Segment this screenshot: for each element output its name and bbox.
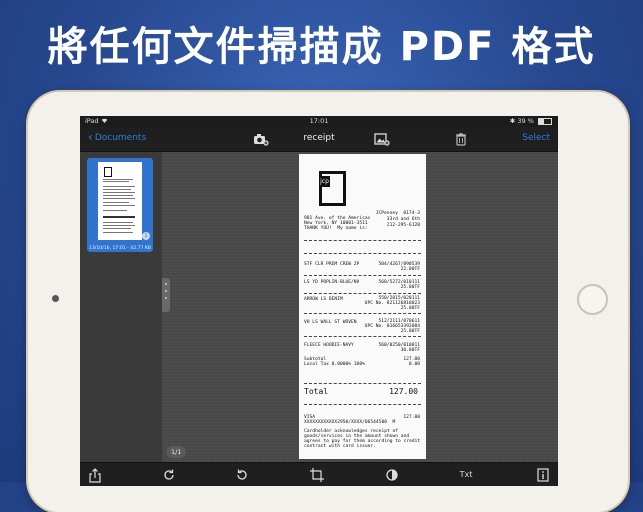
receipt-card-number: XXXXXXXXXXXX2950/XXXX/06544500 M xyxy=(304,420,396,425)
front-camera xyxy=(52,295,59,302)
receipt-store-2: 33rd and 6th xyxy=(386,217,420,222)
image-add-icon[interactable] xyxy=(374,131,390,147)
contrast-icon[interactable] xyxy=(384,467,400,483)
chevron-left-icon: ‹ xyxy=(88,130,93,144)
rotate-left-icon[interactable] xyxy=(234,467,250,483)
receipt-item-price: 25.00TF xyxy=(400,306,420,311)
scanned-receipt: jcp 901 Ave. of the Americas New York, N… xyxy=(299,154,426,459)
page-count-badge: 1 xyxy=(142,232,150,240)
status-bar: iPad 17:01 ✱ 39 % xyxy=(80,116,558,127)
bottom-toolbar: Txt xyxy=(80,462,558,486)
document-sidebar: 1 13/10/16, 17:01 - 42.77 KB xyxy=(80,152,162,462)
camera-add-icon[interactable] xyxy=(253,131,269,147)
store-logo: jcp xyxy=(319,171,346,206)
receipt-item-price: 25.00TF xyxy=(400,285,420,290)
page-counter: 1/1 xyxy=(166,446,187,458)
receipt-footer-4: contract with card issuer. xyxy=(304,444,376,449)
back-label: Documents xyxy=(94,133,147,143)
receipt-total-label: Total xyxy=(304,387,329,396)
battery-percent: 39 % xyxy=(517,117,534,125)
status-right: ✱ 39 % xyxy=(510,116,552,127)
crop-icon[interactable] xyxy=(309,467,325,483)
document-viewer: jcp 901 Ave. of the Americas New York, N… xyxy=(162,152,558,462)
text-recognition-button[interactable]: Txt xyxy=(456,467,476,483)
ipad-frame: iPad 17:01 ✱ 39 % ‹ Documents receipt Se… xyxy=(28,92,628,512)
receipt-store-1: JCPenney 0174-3 xyxy=(375,211,420,216)
home-button[interactable] xyxy=(577,284,608,315)
back-button[interactable]: ‹ Documents xyxy=(88,130,147,144)
receipt-store-3: 212-295-6120 xyxy=(386,223,420,228)
sidebar-drag-handle[interactable] xyxy=(162,278,170,312)
battery-icon xyxy=(538,117,552,125)
page-thumbnail[interactable]: 1 13/10/16, 17:01 - 42.77 KB xyxy=(87,158,153,252)
document-title: receipt xyxy=(303,133,335,143)
thumbnail-meta: 13/10/16, 17:01 - 42.77 KB xyxy=(88,246,152,251)
receipt-tax: 0.00 xyxy=(408,362,420,367)
app-screen: iPad 17:01 ✱ 39 % ‹ Documents receipt Se… xyxy=(80,116,558,486)
share-icon[interactable] xyxy=(87,467,103,483)
promo-headline: 將任何文件掃描成 PDF 格式 xyxy=(47,24,596,70)
receipt-item-price: 25.00TF xyxy=(400,329,420,334)
receipt-tax-label: Local Tax 0.0000% 100% xyxy=(304,362,365,367)
navigation-bar: ‹ Documents receipt Select xyxy=(80,127,558,152)
trash-icon[interactable] xyxy=(453,131,469,147)
receipt-total: 127.00 xyxy=(389,387,418,396)
rotate-right-icon[interactable] xyxy=(161,467,177,483)
receipt-item-price: 22.00TF xyxy=(400,267,420,272)
bluetooth-icon: ✱ xyxy=(509,117,516,125)
thumbnail-image xyxy=(98,162,142,240)
status-time: 17:01 xyxy=(309,117,329,125)
receipt-item-price: 30.00TF xyxy=(400,348,420,353)
text-recognition-label: Txt xyxy=(459,470,473,479)
info-icon[interactable] xyxy=(535,467,551,483)
select-button[interactable]: Select xyxy=(522,133,550,143)
